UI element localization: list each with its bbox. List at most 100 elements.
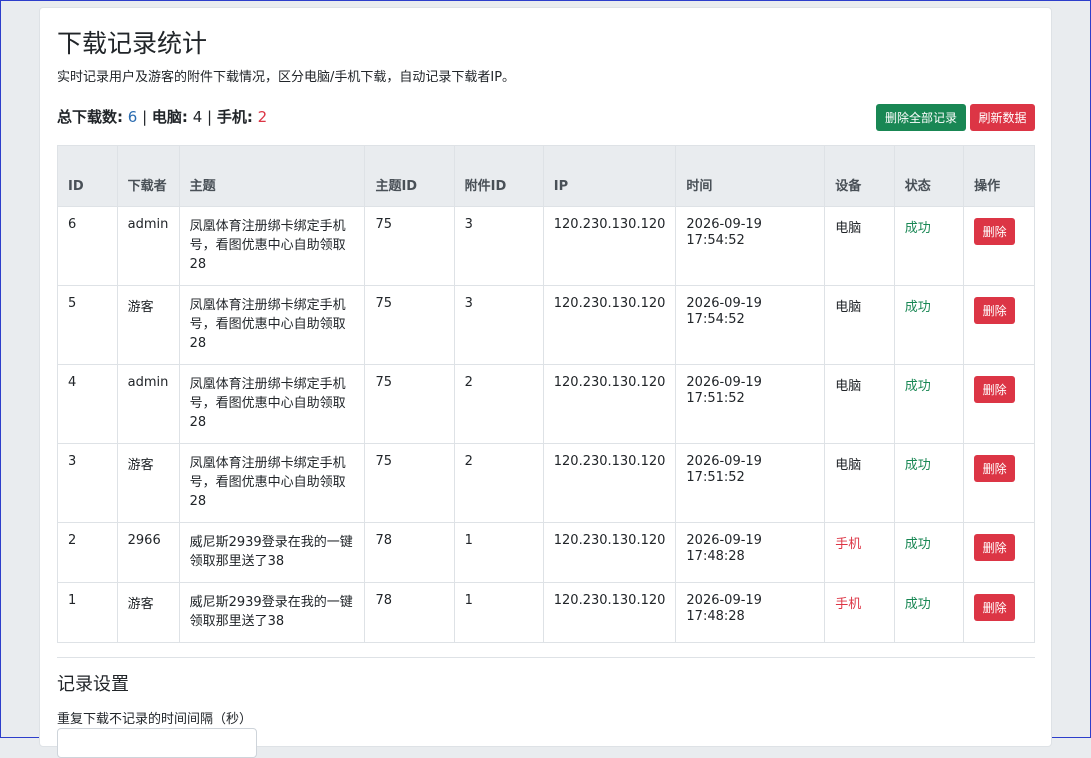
cell-device: 电脑 <box>824 443 895 523</box>
cell-id: 6 <box>57 206 118 286</box>
cell-id: 2 <box>57 522 118 583</box>
delete-row-button[interactable]: 删除 <box>974 534 1016 561</box>
cell-attach-id: 1 <box>453 582 544 643</box>
delete-row-button[interactable]: 删除 <box>974 594 1016 621</box>
page-description: 实时记录用户及游客的附件下载情况，区分电脑/手机下载，自动记录下载者IP。 <box>57 70 516 85</box>
header-id: ID <box>57 145 118 207</box>
table-header-row: ID 下载者 主题 主题ID 附件ID IP 时间 设备 状态 操作 <box>57 145 1035 207</box>
header-attach-id: 附件ID <box>453 145 544 207</box>
header-time: 时间 <box>675 145 826 207</box>
cell-clock: 17:54:52 <box>686 233 745 248</box>
cell-user: 游客 <box>116 285 180 365</box>
table-row: 4 admin 凤凰体育注册绑卡绑定手机号，看图优惠中心自助领取28 75 2 … <box>57 364 1035 444</box>
cell-status: 成功 <box>893 522 965 583</box>
header-theme-id: 主题ID <box>364 145 455 207</box>
cell-theme: 凤凰体育注册绑卡绑定手机号，看图优惠中心自助领取28 <box>178 206 366 286</box>
cell-theme-id: 75 <box>364 206 455 286</box>
delete-row-button[interactable]: 删除 <box>974 376 1016 403</box>
cell-clock: 17:51:52 <box>686 391 745 406</box>
cell-ip: 120.230.130.120 <box>542 582 677 643</box>
cell-attach-id: 2 <box>453 364 544 444</box>
cell-status: 成功 <box>893 582 965 643</box>
cell-ip: 120.230.130.120 <box>542 443 677 523</box>
cell-date: 2026-09-19 <box>686 217 762 232</box>
cell-clock: 17:48:28 <box>686 609 745 624</box>
mobile-value: 2 <box>257 108 268 126</box>
cell-time: 2026-09-19 17:54:52 <box>675 285 826 365</box>
cell-clock: 17:48:28 <box>686 549 745 564</box>
cell-time: 2026-09-19 17:51:52 <box>675 364 826 444</box>
download-records-table: ID 下载者 主题 主题ID 附件ID IP 时间 设备 状态 操作 6 adm… <box>57 145 1035 643</box>
cell-action: 删除 <box>963 443 1035 523</box>
header-user: 下载者 <box>116 145 180 207</box>
header-device: 设备 <box>824 145 895 207</box>
header-ip: IP <box>542 145 677 207</box>
cell-user: admin <box>116 364 180 444</box>
cell-attach-id: 3 <box>453 285 544 365</box>
cell-theme-id: 75 <box>364 364 455 444</box>
cell-device: 电脑 <box>824 364 895 444</box>
cell-status: 成功 <box>893 364 965 444</box>
cell-date: 2026-09-19 <box>686 375 762 390</box>
cell-clock: 17:54:52 <box>686 312 745 327</box>
cell-action: 删除 <box>963 582 1035 643</box>
mobile-label: 手机: <box>216 108 253 126</box>
cell-action: 删除 <box>963 364 1035 444</box>
pc-value: 4 <box>192 108 203 126</box>
cell-id: 4 <box>57 364 118 444</box>
interval-input[interactable] <box>57 728 257 758</box>
cell-time: 2026-09-19 17:48:28 <box>675 522 826 583</box>
table-row: 5 游客 凤凰体育注册绑卡绑定手机号，看图优惠中心自助领取28 75 3 120… <box>57 285 1035 365</box>
header-action: 操作 <box>963 145 1035 207</box>
cell-ip: 120.230.130.120 <box>542 206 677 286</box>
stats-separator: | <box>202 108 217 126</box>
cell-attach-id: 1 <box>453 522 544 583</box>
cell-theme-id: 75 <box>364 285 455 365</box>
cell-user: 游客 <box>116 443 180 523</box>
cell-attach-id: 3 <box>453 206 544 286</box>
settings-title: 记录设置 <box>57 674 129 695</box>
cell-theme-id: 75 <box>364 443 455 523</box>
table-row: 1 游客 威尼斯2939登录在我的一键领取那里送了38 78 1 120.230… <box>57 582 1035 643</box>
cell-ip: 120.230.130.120 <box>542 285 677 365</box>
pc-label: 电脑: <box>151 108 188 126</box>
cell-date: 2026-09-19 <box>686 593 762 608</box>
cell-theme-id: 78 <box>364 522 455 583</box>
cell-id: 1 <box>57 582 118 643</box>
cell-theme: 凤凰体育注册绑卡绑定手机号，看图优惠中心自助领取28 <box>178 364 366 444</box>
cell-ip: 120.230.130.120 <box>542 522 677 583</box>
delete-row-button[interactable]: 删除 <box>974 218 1016 245</box>
cell-action: 删除 <box>963 522 1035 583</box>
cell-time: 2026-09-19 17:48:28 <box>675 582 826 643</box>
delete-row-button[interactable]: 删除 <box>974 297 1016 324</box>
cell-action: 删除 <box>963 206 1035 286</box>
cell-theme: 凤凰体育注册绑卡绑定手机号，看图优惠中心自助领取28 <box>178 285 366 365</box>
cell-time: 2026-09-19 17:51:52 <box>675 443 826 523</box>
cell-device: 电脑 <box>824 285 895 365</box>
cell-action: 删除 <box>963 285 1035 365</box>
cell-date: 2026-09-19 <box>686 296 762 311</box>
stats-separator: | <box>137 108 152 126</box>
table-row: 2 2966 威尼斯2939登录在我的一键领取那里送了38 78 1 120.2… <box>57 522 1035 583</box>
total-label: 总下载数: <box>57 108 123 126</box>
delete-row-button[interactable]: 删除 <box>974 455 1016 482</box>
delete-all-button[interactable]: 删除全部记录 <box>876 104 966 131</box>
table-row: 3 游客 凤凰体育注册绑卡绑定手机号，看图优惠中心自助领取28 75 2 120… <box>57 443 1035 523</box>
cell-user: admin <box>116 206 180 286</box>
cell-status: 成功 <box>893 443 965 523</box>
refresh-button[interactable]: 刷新数据 <box>970 104 1035 131</box>
page-title: 下载记录统计 <box>57 29 208 58</box>
cell-status: 成功 <box>893 285 965 365</box>
cell-time: 2026-09-19 17:54:52 <box>675 206 826 286</box>
cell-id: 5 <box>57 285 118 365</box>
download-stats: 总下载数: 6 | 电脑: 4 | 手机: 2 <box>57 106 267 127</box>
cell-theme-id: 78 <box>364 582 455 643</box>
cell-date: 2026-09-19 <box>686 533 762 548</box>
cell-clock: 17:51:52 <box>686 470 745 485</box>
cell-device: 手机 <box>824 582 895 643</box>
cell-user: 2966 <box>116 522 180 583</box>
cell-id: 3 <box>57 443 118 523</box>
cell-date: 2026-09-19 <box>686 454 762 469</box>
section-divider <box>57 657 1035 658</box>
cell-status: 成功 <box>893 206 965 286</box>
